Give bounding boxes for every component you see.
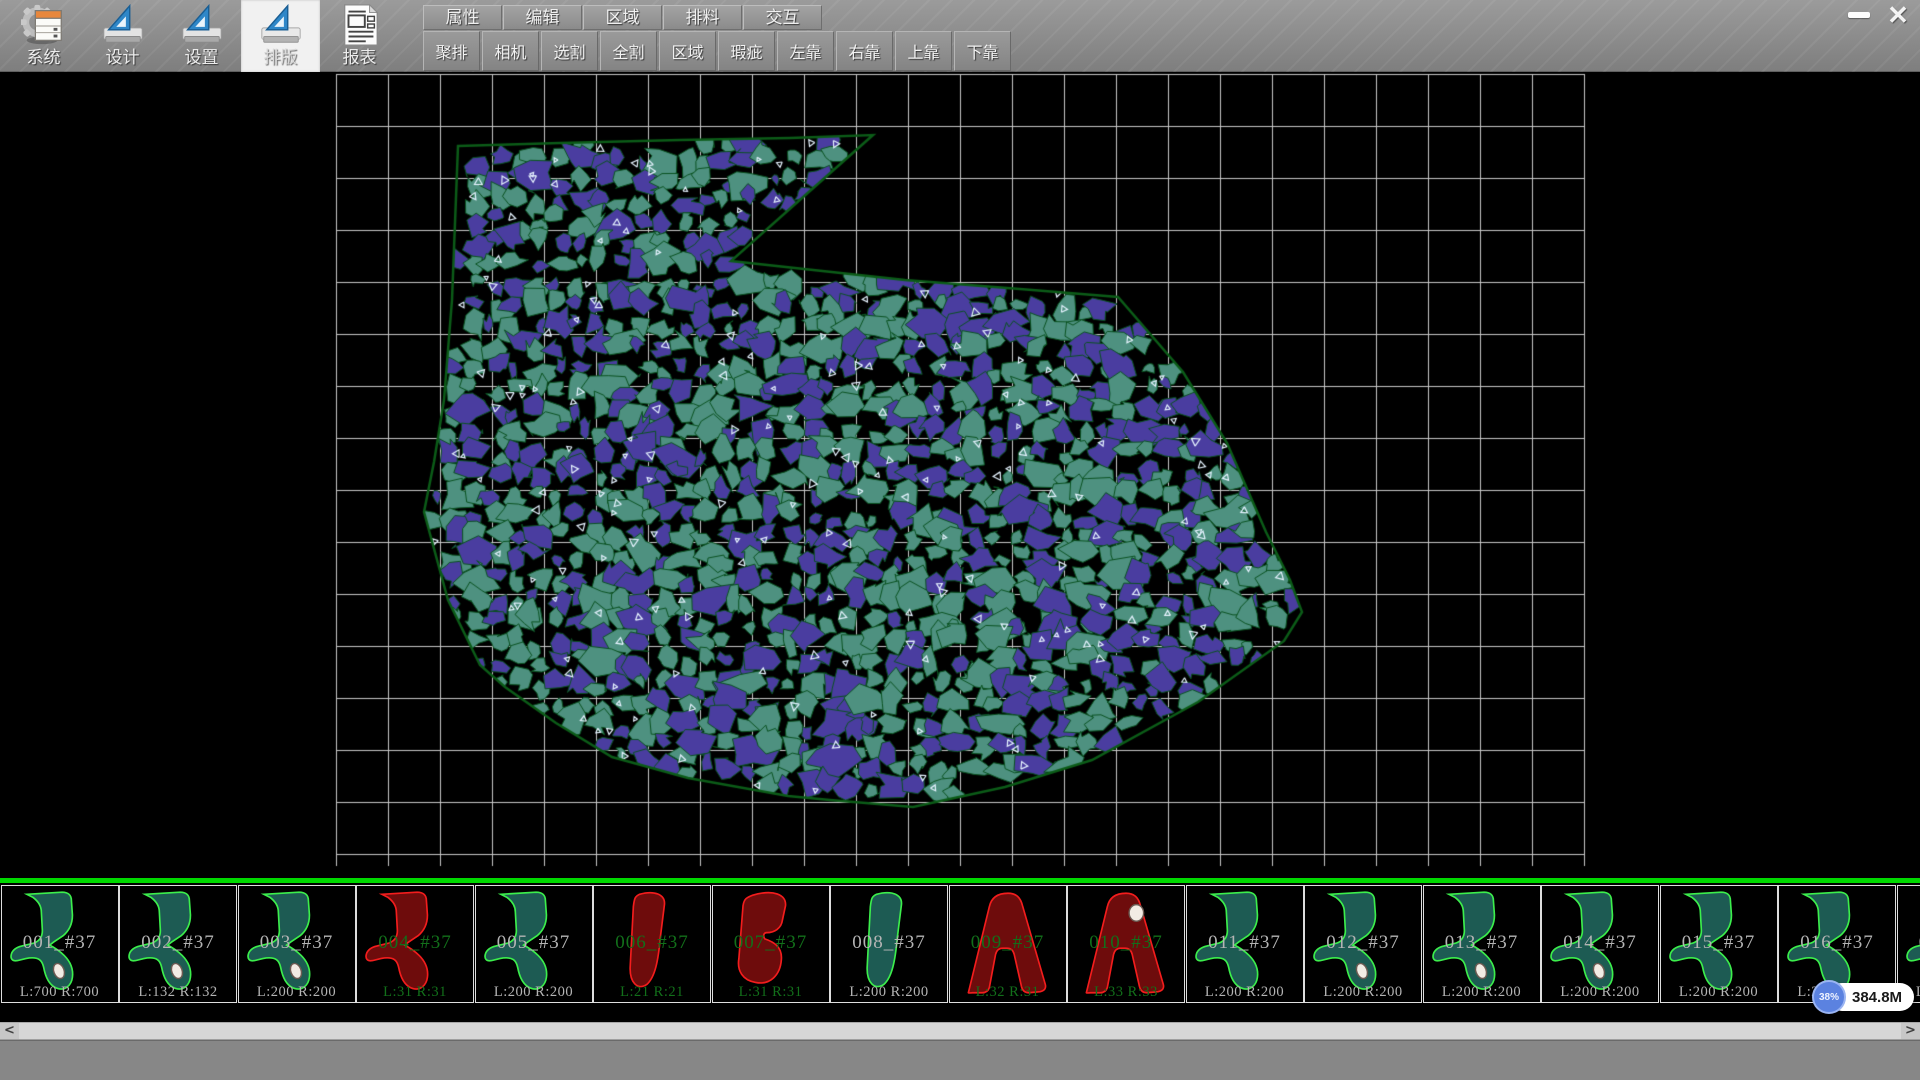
pattern-shape bbox=[713, 886, 829, 1000]
horizontal-scrollbar[interactable]: < > bbox=[0, 1022, 1920, 1040]
tool-bar: 聚排相机选割全割区域瑕疵左靠右靠上靠下靠 bbox=[423, 31, 1011, 71]
menu-button-1[interactable]: 属性 bbox=[423, 5, 502, 30]
tool-button-9[interactable]: 上靠 bbox=[895, 31, 952, 71]
app-button-design[interactable]: 设计 bbox=[83, 0, 162, 72]
pattern-shape bbox=[1542, 886, 1658, 1000]
pattern-shape bbox=[476, 886, 592, 1000]
pattern-shape bbox=[1424, 886, 1540, 1000]
thumbnail-separator bbox=[0, 878, 1920, 883]
pattern-shape bbox=[1661, 886, 1777, 1000]
pattern-thumbnail[interactable]: 009_#37 L:32 R:31 bbox=[949, 885, 1067, 1003]
app-button-label: 排版 bbox=[264, 48, 298, 68]
pattern-shape bbox=[950, 886, 1066, 1000]
menu-bar: 属性编辑区域排料交互 bbox=[423, 5, 822, 30]
pattern-thumbnail-strip: 001_#37 L:700 R:700 002_#37 L:132 R:132 … bbox=[0, 884, 1920, 1004]
app-button-label: 报表 bbox=[343, 48, 377, 68]
minimize-button[interactable] bbox=[1844, 3, 1874, 27]
settings-ruler-icon bbox=[179, 2, 225, 48]
pattern-thumbnail[interactable]: 008_#37 L:200 R:200 bbox=[830, 885, 948, 1003]
pattern-thumbnail[interactable]: 014_#37 L:200 R:200 bbox=[1541, 885, 1659, 1003]
app-button-label: 设置 bbox=[185, 48, 219, 68]
pattern-thumbnail[interactable]: 004_#37 L:31 R:31 bbox=[356, 885, 474, 1003]
pattern-shape bbox=[1187, 886, 1303, 1000]
pattern-thumbnail[interactable]: 010_#37 L:33 R:33 bbox=[1067, 885, 1185, 1003]
pattern-thumbnail[interactable]: 011_#37 L:200 R:200 bbox=[1186, 885, 1304, 1003]
app-button-system[interactable]: 系统 bbox=[4, 0, 83, 72]
scroll-right-arrow[interactable]: > bbox=[1901, 1023, 1920, 1039]
tool-button-8[interactable]: 右靠 bbox=[836, 31, 893, 71]
application-window: 系统 设计 bbox=[0, 0, 1920, 1080]
minimize-icon bbox=[1848, 12, 1870, 18]
pattern-thumbnail[interactable]: 003_#37 L:200 R:200 bbox=[238, 885, 356, 1003]
nesting-canvas[interactable] bbox=[0, 72, 1920, 878]
pattern-shape bbox=[120, 886, 236, 1000]
pattern-shape bbox=[239, 886, 355, 1000]
system-gear-icon bbox=[21, 2, 67, 48]
pattern-thumbnail[interactable]: 001_#37 L:700 R:700 bbox=[1, 885, 119, 1003]
pattern-shape bbox=[357, 886, 473, 1000]
pattern-shape bbox=[2, 886, 118, 1000]
app-button-label: 设计 bbox=[106, 48, 140, 68]
menu-button-5[interactable]: 交互 bbox=[743, 5, 822, 30]
layout-ruler-icon bbox=[258, 2, 304, 48]
pattern-thumbnail[interactable]: 015_#37 L:200 R:200 bbox=[1660, 885, 1778, 1003]
app-button-layout-active[interactable]: 排版 bbox=[241, 0, 320, 72]
pattern-thumbnail[interactable]: 006_#37 L:21 R:21 bbox=[593, 885, 711, 1003]
tool-button-4[interactable]: 全割 bbox=[600, 31, 657, 71]
pattern-shape bbox=[594, 886, 710, 1000]
window-controls: ✕ bbox=[1844, 2, 1914, 28]
title-toolbar-band: 系统 设计 bbox=[0, 0, 1920, 72]
pattern-thumbnail[interactable]: 002_#37 L:132 R:132 bbox=[119, 885, 237, 1003]
app-button-report[interactable]: 报表 bbox=[320, 0, 399, 72]
app-button-settings[interactable]: 设置 bbox=[162, 0, 241, 72]
pattern-thumbnail[interactable]: 012_#37 L:200 R:200 bbox=[1304, 885, 1422, 1003]
tool-button-3[interactable]: 选割 bbox=[541, 31, 598, 71]
pattern-thumbnail[interactable]: 005_#37 L:200 R:200 bbox=[475, 885, 593, 1003]
tool-button-1[interactable]: 聚排 bbox=[423, 31, 480, 71]
tool-button-6[interactable]: 瑕疵 bbox=[718, 31, 775, 71]
pattern-thumbnail[interactable]: 013_#37 L:200 R:200 bbox=[1423, 885, 1541, 1003]
menu-button-2[interactable]: 编辑 bbox=[503, 5, 582, 30]
pattern-thumbnail[interactable]: 007_#37 L:31 R:31 bbox=[712, 885, 830, 1003]
close-button[interactable]: ✕ bbox=[1882, 2, 1914, 28]
tool-button-2[interactable]: 相机 bbox=[482, 31, 539, 71]
app-button-label: 系统 bbox=[27, 48, 61, 68]
tool-button-5[interactable]: 区域 bbox=[659, 31, 716, 71]
menu-button-3[interactable]: 区域 bbox=[583, 5, 662, 30]
status-bar bbox=[0, 1040, 1920, 1080]
scroll-left-arrow[interactable]: < bbox=[0, 1023, 19, 1039]
pattern-shape bbox=[1305, 886, 1421, 1000]
pattern-shape bbox=[1068, 886, 1184, 1000]
menu-button-4[interactable]: 排料 bbox=[663, 5, 742, 30]
design-ruler-icon bbox=[100, 2, 146, 48]
tool-button-7[interactable]: 左靠 bbox=[777, 31, 834, 71]
app-toolbar: 系统 设计 bbox=[4, 0, 399, 72]
pattern-shape bbox=[831, 886, 947, 1000]
tool-button-10[interactable]: 下靠 bbox=[954, 31, 1011, 71]
report-document-icon bbox=[337, 2, 383, 48]
progress-percent: 38% bbox=[1812, 980, 1846, 1014]
